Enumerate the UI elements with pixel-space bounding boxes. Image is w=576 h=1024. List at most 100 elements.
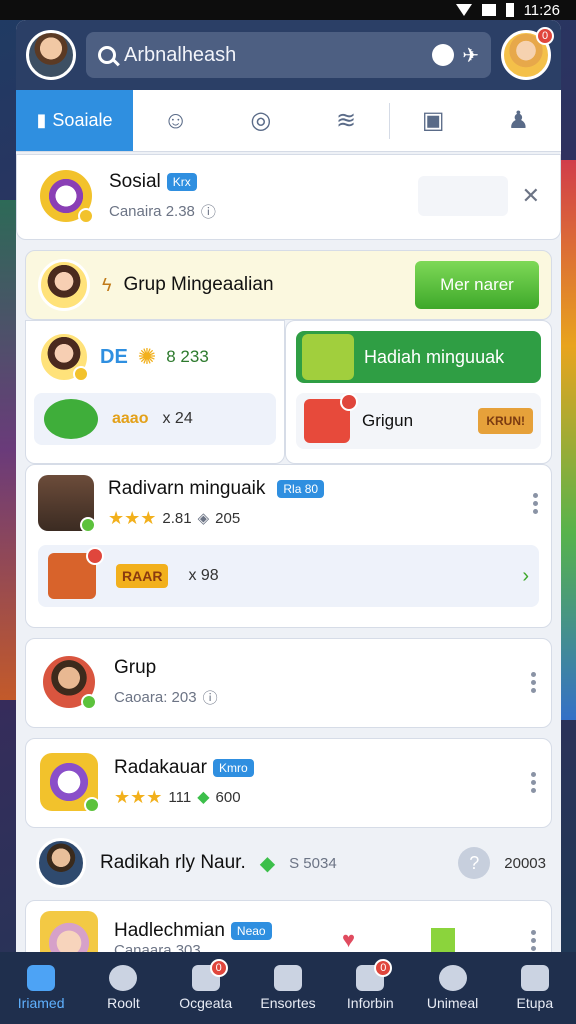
tab-layers[interactable]: ≋ xyxy=(303,90,388,151)
radakauar-tag: Kmro xyxy=(212,758,254,777)
grup-subtitle: Caoara: 203 xyxy=(114,688,197,706)
reward-claim-row[interactable]: RAAR x 98 › xyxy=(38,545,539,607)
group-avatar xyxy=(38,259,90,311)
reward-title: Radivarn minguaik xyxy=(108,477,266,499)
more-icon[interactable] xyxy=(531,771,537,793)
join-button[interactable]: Mer narer xyxy=(415,261,539,309)
nav-badge: 0 xyxy=(209,959,228,977)
dismiss-area xyxy=(417,176,508,216)
radakauar-gems: 600 xyxy=(215,788,241,806)
tab-calendar[interactable]: ▣ xyxy=(391,90,476,151)
radikah-row[interactable]: Radikah rly Naur. ◆ S 5034 ? 20003 xyxy=(36,835,546,891)
profile-avatar[interactable]: 0 xyxy=(501,27,554,80)
user-avatar[interactable] xyxy=(26,30,76,80)
hadlechmian-card[interactable]: Hadlechmian Neao Canaara 303 ♥ xyxy=(25,900,552,955)
radikah-amount: S 5034 xyxy=(289,854,337,872)
app-window: Arbnalheash ✈ 0 ▮ Soaiale ☺ ◎ ≋ ▣ ♟ Sosi… xyxy=(16,20,561,955)
group-banner[interactable]: ϟ Grup Mingeaalian Mer narer xyxy=(25,250,552,320)
nav-etupa-label: Etupa xyxy=(516,995,554,1011)
tab-account[interactable]: ♟ xyxy=(476,90,561,151)
lucky-icon xyxy=(44,399,98,439)
nav-ocgeata-label: Ocgeata xyxy=(179,995,233,1011)
social-card[interactable]: Sosial Krx Canaira 2.38 ⓘ ✕ xyxy=(16,154,561,240)
chest-icon xyxy=(48,547,104,599)
reward-card[interactable]: Radivarn minguaik Rla 80 ★★★ 2.81 ◈ 205 … xyxy=(25,464,552,628)
monster-icon xyxy=(302,334,354,380)
green-gem-icon xyxy=(431,928,455,952)
calendar-icon: ▣ xyxy=(421,107,445,134)
left-reward-row[interactable]: aaao x 24 xyxy=(34,393,276,445)
online-badge xyxy=(80,517,96,533)
nav-inforbin[interactable]: 0 Inforbin xyxy=(334,959,406,1011)
gem-icon: ◆ xyxy=(259,852,276,875)
radakauar-rating: 111 xyxy=(168,788,192,806)
more-icon[interactable] xyxy=(531,929,537,951)
hadlechmian-title: Hadlechmian xyxy=(114,920,225,941)
chest-badge xyxy=(86,547,104,565)
weekly-reward-button[interactable]: Hadiah minguuak xyxy=(296,331,541,383)
timer-icon xyxy=(438,965,467,991)
radikah-title: Radikah rly Naur. xyxy=(100,852,246,873)
coin-stack-label: RAAR xyxy=(116,564,169,588)
chat-icon[interactable] xyxy=(432,44,455,66)
heart-icon[interactable]: ♥ xyxy=(342,927,355,953)
reward-rating: 2.81 xyxy=(162,509,192,527)
nav-ensortes-label: Ensortes xyxy=(260,995,316,1011)
right-panel: Hadiah minguuak Grigun KRUN! xyxy=(285,320,552,464)
grup-card[interactable]: Grup Caoara: 203 ⓘ xyxy=(25,638,552,728)
online-badge xyxy=(81,694,97,710)
diamond-icon: ◈ xyxy=(197,510,210,527)
nav-ensortes[interactable]: Ensortes xyxy=(252,965,324,1011)
radikah-count: 20003 xyxy=(504,854,546,872)
nav-home[interactable]: Iriamed xyxy=(5,965,77,1011)
verified-badge xyxy=(78,208,94,224)
home-icon xyxy=(27,965,56,991)
nav-unimeal-label: Unimeal xyxy=(426,995,479,1011)
sign-icon: KRUN! xyxy=(478,408,533,434)
chevron-right-icon[interactable]: › xyxy=(522,565,529,588)
close-icon[interactable]: ✕ xyxy=(522,183,540,209)
status-bar: 11:26 xyxy=(0,0,576,20)
search-bar[interactable]: Arbnalheash ✈ xyxy=(86,32,491,78)
plane-icon[interactable]: ✈ xyxy=(462,43,479,68)
search-input[interactable]: Arbnalheash xyxy=(124,44,424,67)
nav-unimeal[interactable]: Unimeal xyxy=(417,965,489,1011)
star-icon: ★★★ xyxy=(114,786,163,807)
nav-badge: 0 xyxy=(374,959,393,977)
nav-roolt[interactable]: Roolt xyxy=(87,965,159,1011)
help-icon[interactable]: ? xyxy=(458,847,491,879)
online-badge xyxy=(84,797,100,813)
gift-label: Grigun xyxy=(362,411,414,430)
badge-icon xyxy=(273,965,302,991)
group-title: Grup Mingeaalian xyxy=(123,274,274,295)
tab-social[interactable]: ▮ Soaiale xyxy=(16,90,133,151)
radikah-avatar xyxy=(36,838,86,888)
score-value: 8 233 xyxy=(166,347,209,366)
weekly-reward-label: Hadiah minguuak xyxy=(364,346,505,367)
tab-person[interactable]: ☺ xyxy=(133,90,218,151)
radakauar-card[interactable]: Radakauar Kmro ★★★ 111 ◆ 600 xyxy=(25,738,552,828)
tab-search[interactable]: ◎ xyxy=(218,90,303,151)
grup-title: Grup xyxy=(114,656,157,678)
radakauar-avatar xyxy=(40,753,100,813)
signal-icon xyxy=(481,4,496,16)
nav-roolt-label: Roolt xyxy=(107,995,140,1011)
radakauar-title: Radakauar xyxy=(114,756,207,778)
social-subtitle: Canaira 2.38 xyxy=(109,202,195,220)
gem-icon: ◆ xyxy=(197,789,210,806)
more-icon[interactable] xyxy=(531,671,537,693)
star-icon: ★★★ xyxy=(108,507,157,528)
more-icon[interactable] xyxy=(533,492,539,514)
reward-amount: x 98 xyxy=(188,567,219,584)
nav-ocgeata[interactable]: 0 Ocgeata xyxy=(170,959,242,1011)
left-count: x 24 xyxy=(162,410,193,427)
clock-icon xyxy=(109,965,138,991)
reward-avatar xyxy=(38,475,96,533)
gift-icon xyxy=(304,393,358,443)
grup-avatar xyxy=(40,653,98,711)
layers-icon: ≋ xyxy=(335,107,357,134)
gift-row[interactable]: Grigun KRUN! xyxy=(296,393,541,449)
player-avatar xyxy=(38,331,90,383)
nav-etupa[interactable]: Etupa xyxy=(499,965,571,1011)
social-avatar xyxy=(37,167,95,225)
